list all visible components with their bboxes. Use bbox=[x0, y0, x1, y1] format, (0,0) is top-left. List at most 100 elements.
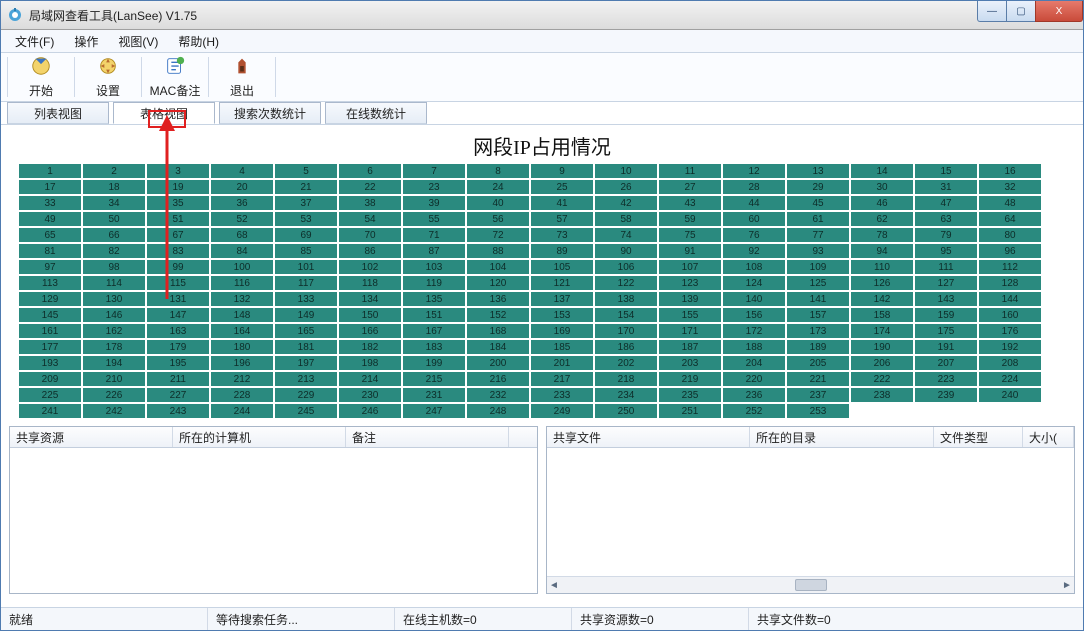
ip-cell[interactable]: 113 bbox=[19, 276, 81, 290]
ip-cell[interactable]: 253 bbox=[787, 404, 849, 418]
ip-cell[interactable]: 189 bbox=[787, 340, 849, 354]
tab-table-view[interactable]: 表格视图 bbox=[113, 102, 215, 124]
ip-cell[interactable]: 43 bbox=[659, 196, 721, 210]
ip-cell[interactable]: 82 bbox=[83, 244, 145, 258]
ip-cell[interactable]: 38 bbox=[339, 196, 401, 210]
ip-cell[interactable]: 80 bbox=[979, 228, 1041, 242]
ip-cell[interactable]: 244 bbox=[211, 404, 273, 418]
ip-cell[interactable]: 236 bbox=[723, 388, 785, 402]
ip-cell[interactable]: 181 bbox=[275, 340, 337, 354]
ip-cell[interactable]: 103 bbox=[403, 260, 465, 274]
ip-cell[interactable]: 202 bbox=[595, 356, 657, 370]
toolbar-macnote-button[interactable]: MAC备注 bbox=[144, 53, 206, 101]
ip-cell[interactable]: 152 bbox=[467, 308, 529, 322]
ip-cell[interactable]: 164 bbox=[211, 324, 273, 338]
ip-cell[interactable]: 251 bbox=[659, 404, 721, 418]
ip-cell[interactable]: 88 bbox=[467, 244, 529, 258]
ip-cell[interactable]: 33 bbox=[19, 196, 81, 210]
ip-cell[interactable]: 203 bbox=[659, 356, 721, 370]
ip-cell[interactable]: 18 bbox=[83, 180, 145, 194]
ip-cell[interactable]: 155 bbox=[659, 308, 721, 322]
ip-cell[interactable]: 10 bbox=[595, 164, 657, 178]
ip-cell[interactable]: 19 bbox=[147, 180, 209, 194]
ip-cell[interactable]: 78 bbox=[851, 228, 913, 242]
ip-cell[interactable]: 149 bbox=[275, 308, 337, 322]
ip-cell[interactable]: 11 bbox=[659, 164, 721, 178]
ip-cell[interactable]: 89 bbox=[531, 244, 593, 258]
ip-cell[interactable]: 135 bbox=[403, 292, 465, 306]
ip-cell[interactable]: 66 bbox=[83, 228, 145, 242]
ip-cell[interactable]: 221 bbox=[787, 372, 849, 386]
ip-cell[interactable]: 49 bbox=[19, 212, 81, 226]
ip-cell[interactable]: 165 bbox=[275, 324, 337, 338]
ip-cell[interactable]: 231 bbox=[403, 388, 465, 402]
ip-cell[interactable]: 148 bbox=[211, 308, 273, 322]
ip-cell[interactable]: 14 bbox=[851, 164, 913, 178]
ip-cell[interactable]: 185 bbox=[531, 340, 593, 354]
ip-cell[interactable]: 136 bbox=[467, 292, 529, 306]
ip-cell[interactable]: 146 bbox=[83, 308, 145, 322]
ip-cell[interactable]: 118 bbox=[339, 276, 401, 290]
ip-cell[interactable]: 188 bbox=[723, 340, 785, 354]
maximize-button[interactable]: ▢ bbox=[1006, 1, 1036, 22]
ip-cell[interactable]: 215 bbox=[403, 372, 465, 386]
column-remark[interactable]: 备注 bbox=[346, 427, 509, 447]
ip-cell[interactable]: 196 bbox=[211, 356, 273, 370]
ip-cell[interactable]: 81 bbox=[19, 244, 81, 258]
ip-cell[interactable]: 170 bbox=[595, 324, 657, 338]
column-dir[interactable]: 所在的目录 bbox=[750, 427, 934, 447]
ip-cell[interactable]: 144 bbox=[979, 292, 1041, 306]
ip-cell[interactable]: 70 bbox=[339, 228, 401, 242]
ip-cell[interactable]: 92 bbox=[723, 244, 785, 258]
ip-cell[interactable]: 249 bbox=[531, 404, 593, 418]
ip-cell[interactable]: 213 bbox=[275, 372, 337, 386]
ip-cell[interactable]: 128 bbox=[979, 276, 1041, 290]
ip-cell[interactable]: 34 bbox=[83, 196, 145, 210]
ip-cell[interactable]: 194 bbox=[83, 356, 145, 370]
ip-cell[interactable]: 192 bbox=[979, 340, 1041, 354]
ip-cell[interactable]: 124 bbox=[723, 276, 785, 290]
ip-cell[interactable]: 228 bbox=[211, 388, 273, 402]
ip-cell[interactable]: 150 bbox=[339, 308, 401, 322]
column-share-file[interactable]: 共享文件 bbox=[547, 427, 750, 447]
ip-cell[interactable]: 190 bbox=[851, 340, 913, 354]
ip-cell[interactable]: 86 bbox=[339, 244, 401, 258]
ip-cell[interactable]: 85 bbox=[275, 244, 337, 258]
ip-cell[interactable]: 240 bbox=[979, 388, 1041, 402]
ip-cell[interactable]: 116 bbox=[211, 276, 273, 290]
ip-cell[interactable]: 77 bbox=[787, 228, 849, 242]
ip-cell[interactable]: 107 bbox=[659, 260, 721, 274]
ip-cell[interactable]: 52 bbox=[211, 212, 273, 226]
ip-cell[interactable]: 153 bbox=[531, 308, 593, 322]
ip-cell[interactable]: 16 bbox=[979, 164, 1041, 178]
ip-cell[interactable]: 62 bbox=[851, 212, 913, 226]
ip-cell[interactable]: 212 bbox=[211, 372, 273, 386]
ip-cell[interactable]: 26 bbox=[595, 180, 657, 194]
ip-cell[interactable]: 179 bbox=[147, 340, 209, 354]
ip-cell[interactable]: 119 bbox=[403, 276, 465, 290]
ip-cell[interactable]: 23 bbox=[403, 180, 465, 194]
ip-cell[interactable]: 42 bbox=[595, 196, 657, 210]
ip-cell[interactable]: 130 bbox=[83, 292, 145, 306]
ip-cell[interactable]: 35 bbox=[147, 196, 209, 210]
ip-cell[interactable]: 63 bbox=[915, 212, 977, 226]
ip-cell[interactable]: 48 bbox=[979, 196, 1041, 210]
ip-cell[interactable]: 186 bbox=[595, 340, 657, 354]
ip-cell[interactable]: 100 bbox=[211, 260, 273, 274]
ip-cell[interactable]: 46 bbox=[851, 196, 913, 210]
ip-cell[interactable]: 234 bbox=[595, 388, 657, 402]
ip-cell[interactable]: 58 bbox=[595, 212, 657, 226]
ip-cell[interactable]: 25 bbox=[531, 180, 593, 194]
ip-cell[interactable]: 112 bbox=[979, 260, 1041, 274]
ip-cell[interactable]: 22 bbox=[339, 180, 401, 194]
ip-cell[interactable]: 71 bbox=[403, 228, 465, 242]
ip-cell[interactable]: 241 bbox=[19, 404, 81, 418]
ip-cell[interactable]: 8 bbox=[467, 164, 529, 178]
ip-cell[interactable]: 246 bbox=[339, 404, 401, 418]
ip-cell[interactable]: 53 bbox=[275, 212, 337, 226]
ip-cell[interactable]: 156 bbox=[723, 308, 785, 322]
ip-cell[interactable]: 139 bbox=[659, 292, 721, 306]
menu-item-2[interactable]: 视图(V) bbox=[108, 31, 168, 52]
ip-cell[interactable]: 137 bbox=[531, 292, 593, 306]
ip-cell[interactable]: 187 bbox=[659, 340, 721, 354]
